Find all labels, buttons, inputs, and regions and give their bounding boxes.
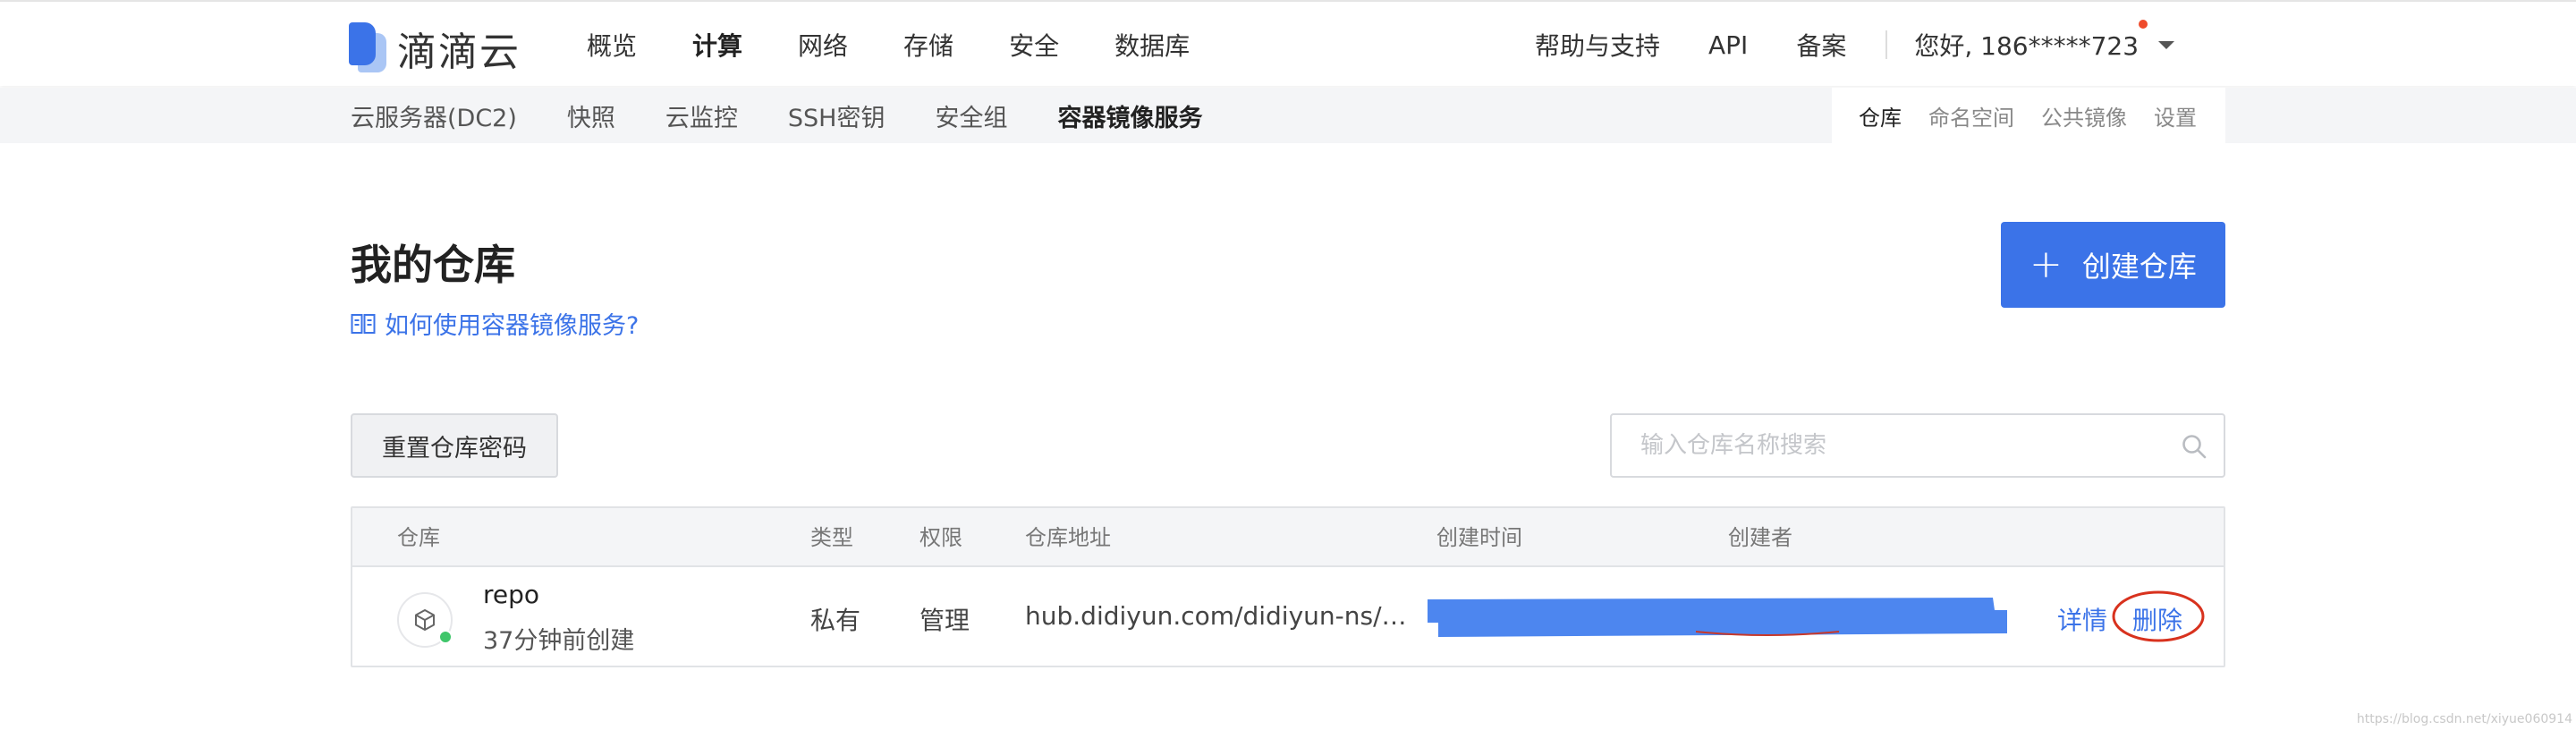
column-header-repo: 仓库 [397,525,440,550]
sub-navbar: 云服务器(DC2) 快照 云监控 SSH密钥 安全组 容器镜像服务 仓库 命名空… [0,88,2576,143]
table-header: 仓库 类型 权限 仓库地址 创建时间 创建者 [352,508,2224,567]
compute-sub-nav: 云服务器(DC2) 快照 云监控 SSH密钥 安全组 容器镜像服务 [351,88,1252,143]
create-repository-label: 创建仓库 [2081,250,2197,284]
repo-avatar [397,592,453,648]
notification-dot-icon [2139,20,2148,29]
top-navbar: 滴滴云 概览 计算 网络 存储 安全 数据库 帮助与支持 API 备案 您好, … [0,0,2576,86]
nav-divider [1885,30,1888,59]
subnav-ssh-keys[interactable]: SSH密钥 [788,98,886,133]
user-menu[interactable]: 您好, 186*****723 [1914,20,2175,63]
help-link-text: 如何使用容器镜像服务? [385,312,640,340]
book-icon [351,313,376,334]
column-header-creator: 创建者 [1728,525,1792,550]
search-input[interactable] [1612,415,2166,476]
brand-logo[interactable]: 滴滴云 [349,20,521,77]
redaction-bar [1428,598,2007,637]
subnav-security-group[interactable]: 安全组 [935,98,1007,133]
brand-name: 滴滴云 [397,30,521,75]
repository-table: 仓库 类型 权限 仓库地址 创建时间 创建者 repo 37分钟前创建 私有 管… [351,506,2225,667]
nav-item-compute[interactable]: 计算 [692,27,742,63]
subnav-dc2[interactable]: 云服务器(DC2) [351,98,517,133]
user-greeting: 您好, 186*****723 [1914,31,2140,61]
annotation-circle [2112,590,2205,642]
subnav-container-registry[interactable]: 容器镜像服务 [1057,98,1202,133]
repo-address: hub.didiyun.com/didiyun-ns/… [1025,601,1407,631]
column-header-permission: 权限 [919,525,962,550]
help-link[interactable]: 如何使用容器镜像服务? [351,306,639,341]
repo-search [1610,413,2225,478]
tab-repositories[interactable]: 仓库 [1859,100,1902,132]
reset-password-button[interactable]: 重置仓库密码 [351,413,558,478]
tab-settings[interactable]: 设置 [2154,100,2197,132]
column-header-address: 仓库地址 [1025,525,1111,550]
repo-permission: 管理 [919,606,970,635]
tab-public-images[interactable]: 公共镜像 [2041,100,2127,132]
nav-help[interactable]: 帮助与支持 [1535,27,1660,63]
package-icon [415,609,435,631]
right-nav: 帮助与支持 API 备案 您好, 186*****723 [1535,2,2175,88]
nav-item-database[interactable]: 数据库 [1114,27,1190,63]
page-title: 我的仓库 [351,241,515,289]
repo-name-link[interactable]: repo [483,580,539,609]
search-icon[interactable] [2181,433,2207,460]
repo-detail-link[interactable]: 详情 [2057,601,2107,637]
nav-item-security[interactable]: 安全 [1009,27,1059,63]
nav-item-storage[interactable]: 存储 [903,27,953,63]
repo-created-ago: 37分钟前创建 [483,627,635,655]
logo-mark-icon [349,22,388,74]
plus-icon: + [2029,242,2063,287]
subnav-monitor[interactable]: 云监控 [665,98,738,133]
main-nav: 概览 计算 网络 存储 安全 数据库 [587,2,1245,88]
table-row: repo 37分钟前创建 私有 管理 hub.didiyun.com/didiy… [352,567,2224,667]
tab-namespaces[interactable]: 命名空间 [1928,100,2014,132]
registry-tabs: 仓库 命名空间 公共镜像 设置 [1832,88,2225,143]
watermark: https://blog.csdn.net/xiyue060914 [2356,712,2572,726]
nav-api[interactable]: API [1708,30,1748,60]
nav-item-network[interactable]: 网络 [798,27,848,63]
column-header-type: 类型 [810,525,853,550]
subnav-snapshot[interactable]: 快照 [567,98,615,133]
repo-type: 私有 [810,606,861,635]
status-online-icon [438,630,453,644]
column-header-created-time: 创建时间 [1436,525,1522,550]
nav-beian[interactable]: 备案 [1796,27,1846,63]
nav-item-overview[interactable]: 概览 [587,27,637,63]
chevron-down-icon [2158,40,2175,49]
create-repository-button[interactable]: + 创建仓库 [2001,222,2225,308]
